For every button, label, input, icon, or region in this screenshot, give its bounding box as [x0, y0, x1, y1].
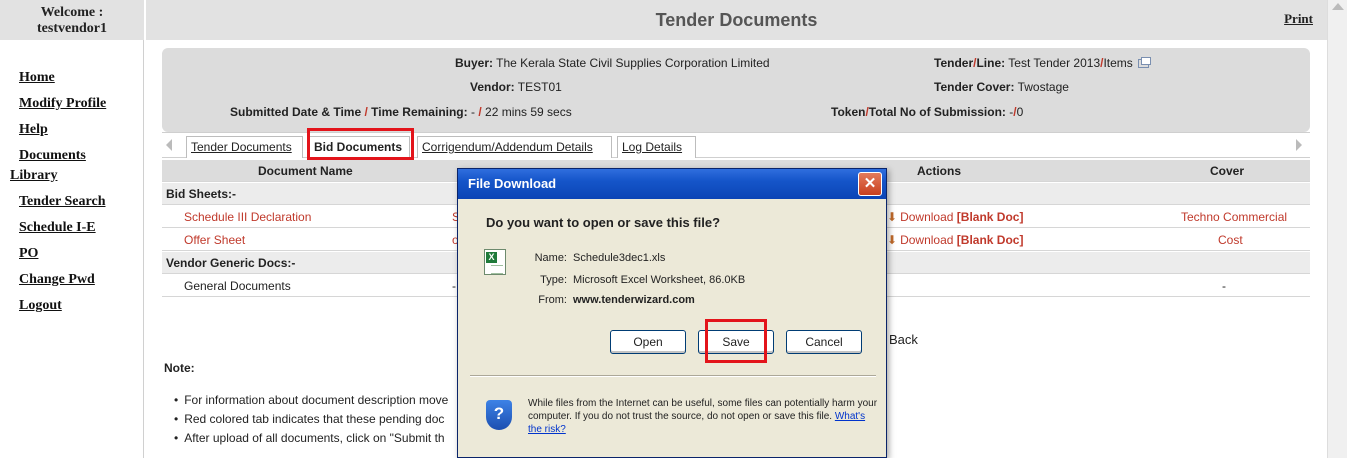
- file-from-row: From: www.tenderwizard.com: [524, 294, 695, 306]
- tender-cover-label: Tender Cover:: [934, 80, 1015, 94]
- submitted-value: -: [470, 105, 475, 119]
- buyer-label: Buyer:: [455, 56, 494, 70]
- sidebar-item-documents[interactable]: Documents: [19, 148, 86, 164]
- line-label: Line:: [976, 56, 1006, 70]
- sidebar-item-modify-profile[interactable]: Modify Profile: [19, 96, 106, 112]
- vendor-row: Vendor: TEST01: [470, 80, 562, 94]
- security-shield-icon: ?: [486, 400, 512, 430]
- sidebar-item-help[interactable]: Help: [19, 122, 48, 138]
- sidebar: Welcome : testvendor1 Home Modify Profil…: [0, 0, 144, 458]
- document-name-cell[interactable]: Schedule III Declaration: [184, 210, 311, 224]
- cover-cell: Cost: [1218, 233, 1243, 247]
- tender-cover-value: Twostage: [1017, 80, 1069, 94]
- dialog-title: File Download: [468, 176, 557, 191]
- tender-label: Tender: [934, 56, 974, 70]
- items-value: Items: [1103, 56, 1133, 70]
- column-header-cover: Cover: [1210, 164, 1245, 178]
- excel-file-icon: [484, 249, 506, 275]
- cover-cell: -: [1222, 279, 1226, 293]
- file-download-dialog: File Download ✕ Do you want to open or s…: [457, 168, 887, 458]
- tab-scroll-right-icon[interactable]: [1296, 139, 1302, 151]
- page-title: Tender Documents: [655, 10, 818, 30]
- document-name-cell: General Documents: [184, 279, 291, 293]
- vendor-value: TEST01: [517, 80, 562, 94]
- cancel-button[interactable]: Cancel: [786, 330, 862, 354]
- dialog-titlebar[interactable]: File Download ✕: [458, 169, 886, 199]
- warning-text: While files from the Internet can be use…: [528, 398, 878, 422]
- open-button[interactable]: Open: [610, 330, 686, 354]
- file-name-row: Name: Schedule3dec1.xls: [524, 252, 666, 264]
- dialog-question: Do you want to open or save this file?: [486, 215, 721, 230]
- file-name-value: Schedule3dec1.xls: [573, 252, 666, 264]
- sidebar-item-change-pwd[interactable]: Change Pwd: [19, 272, 95, 288]
- document-name-cell[interactable]: Offer Sheet: [184, 233, 245, 247]
- tender-info-panel: Buyer: The Kerala State Civil Supplies C…: [162, 48, 1310, 132]
- time-remaining-label: Time Remaining:: [371, 105, 468, 119]
- vendor-label: Vendor:: [470, 80, 515, 94]
- file-from-label: From:: [538, 294, 567, 306]
- note-item: Red colored tab indicates that these pen…: [174, 412, 444, 426]
- total-submission-label: Total No of Submission:: [868, 105, 1006, 119]
- dialog-separator: [470, 375, 876, 377]
- sidebar-item-home[interactable]: Home: [19, 70, 55, 86]
- file-type-value: Microsoft Excel Worksheet, 86.0KB: [573, 274, 746, 286]
- page-header: Tender Documents Print: [146, 0, 1327, 40]
- tab-scroll-left-icon[interactable]: [166, 139, 172, 151]
- save-button[interactable]: Save: [698, 330, 774, 354]
- tender-cover-row: Tender Cover: Twostage: [934, 80, 1069, 94]
- sidebar-item-library[interactable]: Library: [10, 168, 57, 184]
- column-header-document-name: Document Name: [258, 164, 353, 178]
- tender-value: Test Tender 2013: [1008, 56, 1101, 70]
- sidebar-item-po[interactable]: PO: [19, 246, 38, 262]
- file-type-row: Type: Microsoft Excel Worksheet, 86.0KB: [524, 274, 745, 286]
- tab-log-details[interactable]: Log Details: [617, 136, 696, 158]
- note-title: Note:: [164, 361, 195, 375]
- section-label-bid-sheets: Bid Sheets:-: [166, 187, 237, 201]
- tab-strip: Tender Documents Bid Documents Corrigend…: [162, 132, 1310, 158]
- tab-bid-documents[interactable]: Bid Documents: [309, 136, 410, 158]
- tab-tender-documents[interactable]: Tender Documents: [186, 136, 303, 158]
- sidebar-item-tender-search[interactable]: Tender Search: [19, 194, 105, 210]
- sidebar-item-logout[interactable]: Logout: [19, 298, 62, 314]
- submitted-row: Submitted Date & Time / Time Remaining: …: [230, 105, 572, 119]
- sidebar-item-schedule-ie[interactable]: Schedule I-E: [19, 220, 96, 236]
- dialog-warning: While files from the Internet can be use…: [528, 397, 878, 436]
- column-header-actions: Actions: [917, 164, 962, 178]
- token-label: Token: [831, 105, 866, 119]
- file-name-label: Name:: [534, 252, 567, 264]
- print-link[interactable]: Print: [1284, 11, 1313, 27]
- cover-cell: Techno Commercial: [1181, 210, 1288, 224]
- note-item: For information about document descripti…: [174, 393, 448, 407]
- submitted-label: Submitted Date & Time: [230, 105, 362, 119]
- file-type-label: Type:: [540, 274, 567, 286]
- tab-corrigendum-addendum[interactable]: Corrigendum/Addendum Details: [417, 136, 612, 158]
- close-icon[interactable]: ✕: [858, 172, 882, 196]
- buyer-value: The Kerala State Civil Supplies Corporat…: [496, 56, 770, 70]
- token-row: Token/Total No of Submission: -/0: [831, 105, 1024, 119]
- download-action[interactable]: ⬇ Download [Blank Doc]: [887, 210, 1023, 224]
- download-icon: ⬇: [887, 210, 898, 224]
- username: testvendor1: [37, 21, 107, 36]
- file-cell: -: [452, 279, 456, 293]
- buyer-row: Buyer: The Kerala State Civil Supplies C…: [455, 56, 770, 70]
- tender-line-row: Tender/Line: Test Tender 2013/Items: [934, 56, 1152, 70]
- download-icon: ⬇: [887, 233, 898, 247]
- welcome-panel: Welcome : testvendor1: [0, 0, 144, 40]
- download-action[interactable]: ⬇ Download [Blank Doc]: [887, 233, 1023, 247]
- note-item: After upload of all documents, click on …: [174, 431, 444, 445]
- back-button[interactable]: Back: [885, 327, 939, 353]
- welcome-label: Welcome :: [40, 5, 104, 20]
- time-remaining-value: 22 mins 59 secs: [485, 105, 572, 119]
- vertical-scrollbar[interactable]: [1327, 0, 1347, 458]
- scroll-up-arrow-icon[interactable]: [1332, 3, 1344, 10]
- popup-window-icon[interactable]: [1138, 57, 1152, 69]
- file-from-value: www.tenderwizard.com: [573, 294, 695, 306]
- section-label-vendor-generic: Vendor Generic Docs:-: [166, 256, 296, 270]
- total-submission-value: 0: [1016, 105, 1024, 119]
